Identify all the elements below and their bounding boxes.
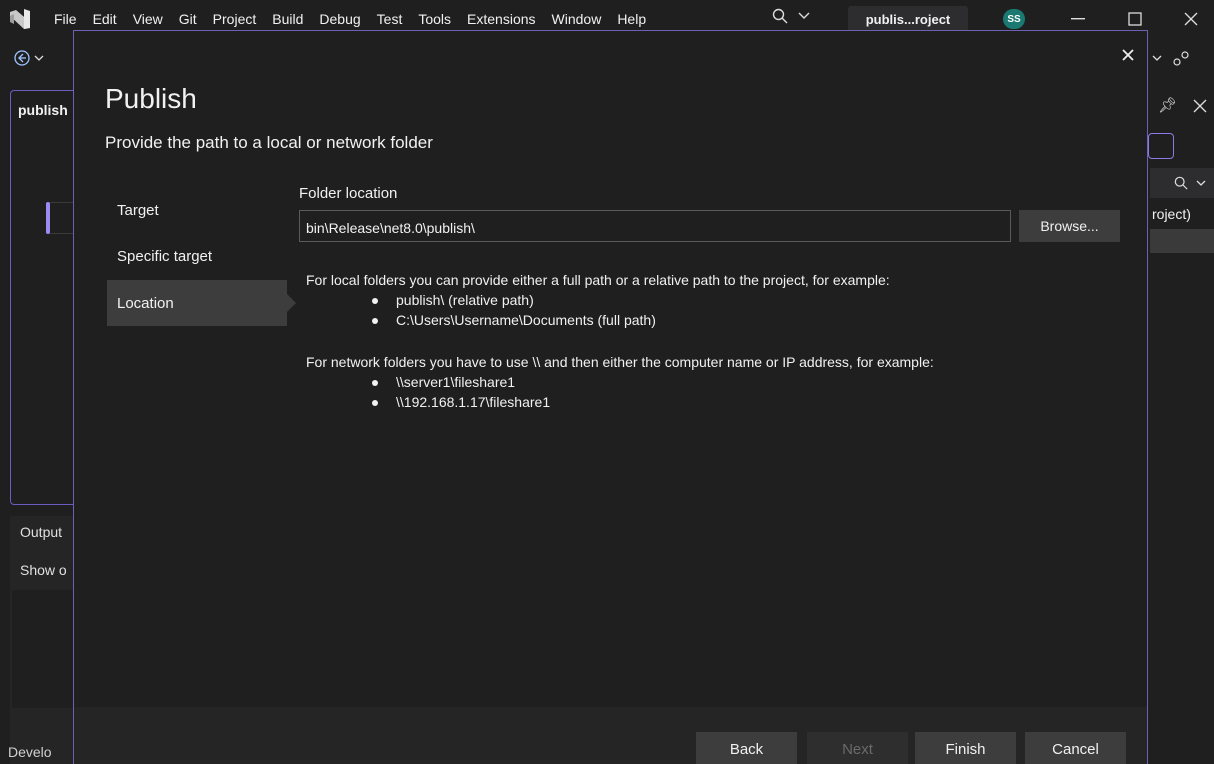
local-examples-list: publish\ (relative path) C:\Users\Userna… (370, 290, 934, 330)
browse-button[interactable]: Browse... (1019, 210, 1120, 242)
menu-tools[interactable]: Tools (410, 11, 459, 27)
maximize-icon (1128, 12, 1142, 26)
menu-edit[interactable]: Edit (85, 11, 125, 27)
network-examples-list: \\server1\fileshare1 \\192.168.1.17\file… (370, 372, 934, 412)
active-step-arrow (287, 294, 296, 312)
publish-dialog: Publish Provide the path to a local or n… (73, 30, 1148, 764)
solution-name-badge[interactable]: publis...roject (848, 6, 968, 32)
next-button[interactable]: Next (807, 732, 908, 764)
dialog-close-button[interactable] (1118, 45, 1138, 65)
step-location[interactable]: Location (107, 280, 296, 326)
right-panel-controls: 📌︎ (1158, 96, 1207, 114)
search-icon (1174, 176, 1188, 190)
right-panel-button[interactable] (1148, 133, 1174, 159)
list-item: C:\Users\Username\Documents (full path) (370, 310, 934, 330)
step-specific-target[interactable]: Specific target (107, 233, 287, 279)
output-panel-title: Output (20, 524, 63, 540)
menu-help[interactable]: Help (609, 11, 654, 27)
dialog-title: Publish (105, 83, 197, 114)
local-folder-help: For local folders you can provide either… (306, 272, 890, 288)
finish-button[interactable]: Finish (915, 732, 1016, 764)
step-location-label: Location (117, 294, 174, 312)
close-icon (1122, 49, 1134, 61)
menu-view[interactable]: View (125, 11, 171, 27)
menu-build[interactable]: Build (264, 11, 311, 27)
menu-window[interactable]: Window (544, 11, 610, 27)
step-target[interactable]: Target (107, 187, 287, 233)
list-item: \\server1\fileshare1 (370, 372, 934, 392)
back-button[interactable]: Back (696, 732, 797, 764)
chevron-down-icon (1196, 180, 1206, 186)
close-window-button[interactable] (1168, 0, 1214, 38)
close-icon[interactable] (1193, 99, 1207, 113)
list-item: \\192.168.1.17\fileshare1 (370, 392, 934, 412)
menu-extensions[interactable]: Extensions (459, 11, 543, 27)
back-arrow-circle-icon (14, 50, 30, 66)
folder-location-input[interactable] (299, 210, 1011, 242)
menu-search[interactable] (772, 8, 810, 24)
solution-explorer-project-label[interactable]: roject) (1152, 206, 1191, 222)
right-panel-search[interactable] (1150, 168, 1214, 198)
menu-project[interactable]: Project (205, 11, 265, 27)
list-item: publish\ (relative path) (370, 290, 934, 310)
search-icon (772, 8, 788, 24)
menu-git[interactable]: Git (171, 11, 205, 27)
chevron-down-icon (798, 12, 810, 19)
document-tab[interactable]: publish (18, 102, 68, 118)
visual-studio-logo-icon[interactable] (8, 8, 32, 30)
network-folder-help: For network folders you have to use \\ a… (306, 354, 934, 370)
cancel-button[interactable]: Cancel (1025, 732, 1126, 764)
close-icon (1184, 12, 1198, 26)
menu-debug[interactable]: Debug (311, 11, 368, 27)
developer-tab[interactable]: Develo (8, 744, 52, 760)
navigate-back-button[interactable] (14, 50, 44, 66)
chevron-down-icon[interactable] (1152, 50, 1162, 66)
output-show-label: Show o (20, 562, 67, 578)
avatar[interactable]: SS (1003, 9, 1025, 29)
menu-test[interactable]: Test (369, 11, 411, 27)
minimize-icon (1071, 18, 1085, 20)
chevron-down-icon (34, 55, 44, 61)
menu-file[interactable]: File (46, 11, 85, 27)
output-source-dropdown[interactable] (12, 590, 76, 708)
right-toolbar-controls (1152, 50, 1190, 68)
solution-explorer-row[interactable] (1150, 229, 1214, 253)
live-share-icon[interactable] (1172, 50, 1190, 68)
folder-location-label: Folder location (299, 185, 398, 202)
dialog-subtitle: Provide the path to a local or network f… (105, 133, 433, 152)
pin-icon[interactable]: 📌︎ (1158, 96, 1177, 114)
location-help-text: For local folders you can provide either… (306, 270, 934, 412)
